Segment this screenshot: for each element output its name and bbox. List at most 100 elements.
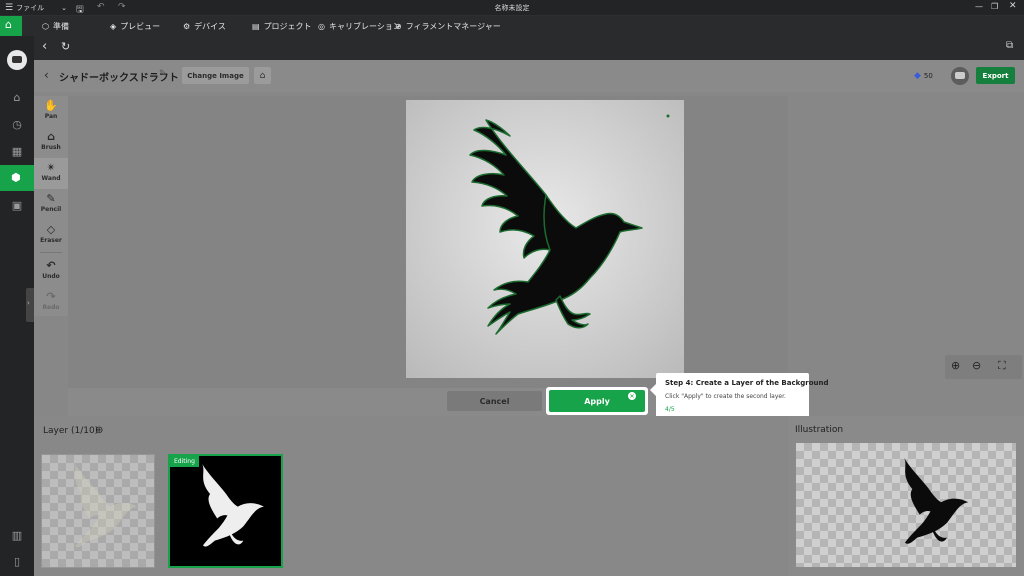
change-image-button[interactable]: Change Image <box>182 67 249 84</box>
tooltip-title: Step 4: Create a Layer of the Background <box>665 379 829 387</box>
tool-redo: ↷ Redo <box>34 287 68 318</box>
back-icon[interactable]: ‹ <box>42 39 47 54</box>
undo-icon: ↶ <box>46 259 56 272</box>
menu-item-preview[interactable]: ◈ プレビュー <box>110 16 160 36</box>
zoom-out-icon[interactable]: ⊖ <box>972 359 981 372</box>
layer-thumbnail-2[interactable]: Editing <box>168 454 283 568</box>
tool-pencil[interactable]: ✎ Pencil <box>34 189 68 220</box>
bird-silhouette-icon <box>202 463 264 547</box>
home-icon: ⌂ <box>5 18 12 31</box>
tool-label: Pan <box>44 113 58 120</box>
tool-label: Brush <box>41 144 61 151</box>
add-layer-icon[interactable]: ⊕ <box>95 425 103 436</box>
credits-badge: ◆ 50 <box>914 67 942 84</box>
menu-item-device[interactable]: ⚙ デバイス <box>183 16 226 36</box>
refresh-icon[interactable]: ↻ <box>61 40 70 53</box>
zoom-in-icon[interactable]: ⊕ <box>951 359 960 372</box>
menu-item-calibration[interactable]: ◎ キャリブレーション <box>318 16 401 36</box>
settings-nav-icon[interactable]: ▥ <box>8 526 26 544</box>
tool-wand[interactable]: ✴ Wand <box>34 158 68 189</box>
home-button[interactable]: ⌂ <box>0 16 22 36</box>
export-button[interactable]: Export <box>976 67 1015 84</box>
bird-silhouette-icon <box>469 114 670 335</box>
tooltip-arrow <box>650 384 656 396</box>
fit-screen-icon[interactable]: ⛶ <box>998 359 1006 373</box>
menu-item-prepare[interactable]: ⬡ 準備 <box>42 16 69 36</box>
menu-item-label: プレビュー <box>120 21 161 31</box>
apply-label: Apply <box>584 396 610 406</box>
window-title: 名称未設定 <box>494 4 530 12</box>
back-arrow-icon[interactable]: ‹ <box>44 68 49 82</box>
illustration-title: Illustration <box>795 425 844 435</box>
menu-item-label: フィラメントマネージャー <box>405 21 501 31</box>
left-rail: ⌂ ◷ ▦ ⬢ ▣ › ▥ ▯ <box>0 36 34 576</box>
tool-label: Wand <box>41 175 61 182</box>
eraser-icon: ◇ <box>46 223 56 236</box>
tool-eraser[interactable]: ◇ Eraser <box>34 220 68 251</box>
tool-palette: ✋ Pan ⌂ Brush ✴ Wand ✎ Pencil ◇ Eraser ↶ Undo … <box>34 96 68 316</box>
title-bar: ☰ ファイル ⌄ 🖫 ↶ ↷ 名称未設定 — ❐ ✕ <box>0 0 1024 16</box>
project-icon: ▤ <box>252 21 260 31</box>
avatar[interactable] <box>7 50 27 70</box>
gallery-icon[interactable]: ▦ <box>8 142 26 160</box>
editing-badge: Editing <box>170 456 199 467</box>
save-nav-icon[interactable]: ▣ <box>8 196 26 214</box>
menu-item-label: キャリブレーション <box>328 21 401 31</box>
menu-item-filament-manager[interactable]: ⊕ フィラメントマネージャー <box>395 16 501 36</box>
tool-label: Redo <box>42 304 60 311</box>
editor-header: ‹ シャドーボックスドラフト ✎ Change Image ⌂ ◆ 50 Exp… <box>34 60 1024 92</box>
menu-item-label: 準備 <box>52 21 69 31</box>
cancel-button[interactable]: Cancel <box>447 391 542 411</box>
magic-wand-icon: ✴ <box>46 161 56 174</box>
pencil-icon: ✎ <box>46 192 56 205</box>
zoom-controls: ⊕ ⊖ ⛶ <box>945 355 1022 379</box>
layers-title: Layer (1/10) <box>43 426 99 436</box>
external-link-icon[interactable]: ⧉ <box>1006 40 1013 51</box>
book-icon[interactable]: ▯ <box>8 552 26 570</box>
illustration-preview <box>796 443 1016 567</box>
layers-icon: ◈ <box>110 21 117 31</box>
tool-label: Undo <box>42 273 60 280</box>
nav-bar: ‹ ↻ ⧉ <box>34 36 1024 60</box>
brush-icon: ⌂ <box>47 130 55 143</box>
layers-panel: Layer (1/10) ⊕ Editing <box>34 416 788 576</box>
bird-silhouette-icon <box>904 457 969 544</box>
ai-tool-nav-item[interactable]: ⬢ <box>0 165 34 191</box>
close-tip-icon[interactable]: ✕ <box>628 392 636 400</box>
credits-value: 50 <box>923 71 933 80</box>
restore-icon[interactable]: ❐ <box>991 2 998 11</box>
chevron-right-icon: › <box>27 299 30 307</box>
minimize-icon[interactable]: — <box>975 2 983 11</box>
tool-undo[interactable]: ↶ Undo <box>34 256 68 287</box>
history-icon[interactable]: ◷ <box>8 115 26 133</box>
tool-brush[interactable]: ⌂ Brush <box>34 127 68 158</box>
user-avatar[interactable] <box>951 67 969 85</box>
tool-divider <box>40 252 62 253</box>
box-icon: ⬡ <box>42 21 49 31</box>
bird-silhouette-icon <box>74 463 138 548</box>
hand-icon: ✋ <box>44 99 58 112</box>
calibration-icon: ◎ <box>318 21 325 31</box>
menu-item-project[interactable]: ▤ プロジェクト <box>252 16 312 36</box>
filament-icon: ⊕ <box>395 21 402 31</box>
source-image[interactable] <box>406 100 684 378</box>
apply-button[interactable]: Apply ✕ <box>549 390 645 412</box>
tool-label: Pencil <box>40 206 62 213</box>
edit-title-icon[interactable]: ✎ <box>159 69 167 79</box>
shop-basket-icon[interactable]: ⌂ <box>254 67 271 84</box>
expand-rail-handle[interactable]: › <box>26 288 34 322</box>
tooltip-progress: 4/5 <box>665 406 675 413</box>
tool-pan[interactable]: ✋ Pan <box>34 96 68 127</box>
device-icon: ⚙ <box>183 21 191 31</box>
gem-icon: ◆ <box>914 70 921 81</box>
home-nav-icon[interactable]: ⌂ <box>8 88 26 106</box>
menu-bar: ⬡ 準備 ◈ プレビュー ⚙ デバイス ▤ プロジェクト ◎ キャリブレーション ⊕ フィラ… <box>0 16 1024 36</box>
tool-label: Eraser <box>40 237 62 244</box>
redo-icon: ↷ <box>46 290 56 303</box>
menu-item-label: デバイス <box>194 21 226 31</box>
menu-item-label: プロジェクト <box>263 21 312 31</box>
layer-thumbnail-1[interactable] <box>41 454 155 568</box>
tooltip-body: Click "Apply" to create the second layer… <box>665 393 786 400</box>
cube-icon: ⬢ <box>11 171 21 184</box>
close-icon[interactable]: ✕ <box>1009 1 1017 11</box>
